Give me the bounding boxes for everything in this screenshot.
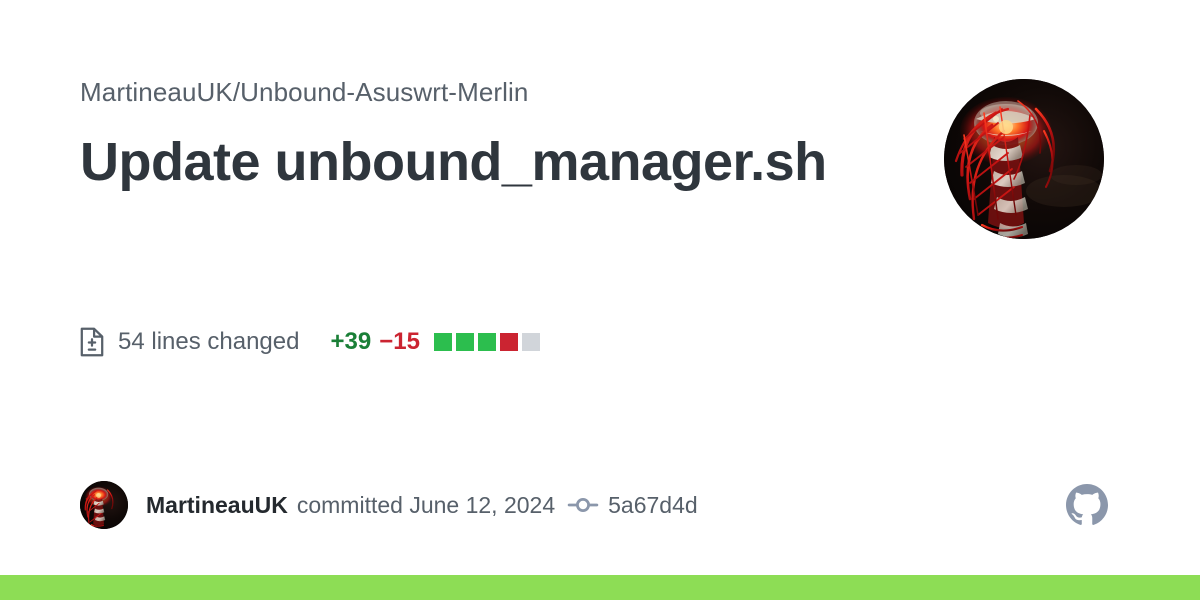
diffstat: +39 −15 xyxy=(330,327,540,357)
git-commit-icon xyxy=(567,498,599,512)
owner-avatar xyxy=(944,79,1104,239)
commit-hash[interactable]: 5a67d4d xyxy=(608,490,698,520)
lines-changed-label: 54 lines changed xyxy=(118,328,300,355)
file-diff-icon xyxy=(80,327,104,357)
avatar-image xyxy=(944,79,1104,239)
commit-header: MartineauUK/Unbound-Asuswrt-Merlin Updat… xyxy=(80,75,920,193)
commit-author-link[interactable]: MartineauUK xyxy=(146,490,288,520)
diff-block-addition xyxy=(433,333,452,351)
github-mark-icon xyxy=(1066,484,1108,525)
deletions-count: −15 xyxy=(379,328,420,355)
diff-stats-row: 54 lines changed +39 −15 xyxy=(80,325,540,359)
additions-count: +39 xyxy=(330,328,372,355)
commit-card: MartineauUK/Unbound-Asuswrt-Merlin Updat… xyxy=(0,0,1200,575)
bottom-accent-bar xyxy=(0,575,1200,600)
page-title: Update unbound_manager.sh xyxy=(80,132,827,192)
repository-breadcrumb[interactable]: MartineauUK/Unbound-Asuswrt-Merlin xyxy=(80,75,920,109)
avatar[interactable] xyxy=(80,481,128,529)
diff-block-addition xyxy=(455,333,474,351)
diff-block-addition xyxy=(477,333,496,351)
diff-block-deletion xyxy=(499,333,518,351)
commit-meta-row: MartineauUK committed June 12, 2024 5a67… xyxy=(80,481,698,529)
diff-block-empty xyxy=(521,333,540,351)
commit-date-text: committed June 12, 2024 xyxy=(296,492,556,518)
avatar-image xyxy=(80,481,128,529)
diff-block-meter xyxy=(430,333,540,351)
